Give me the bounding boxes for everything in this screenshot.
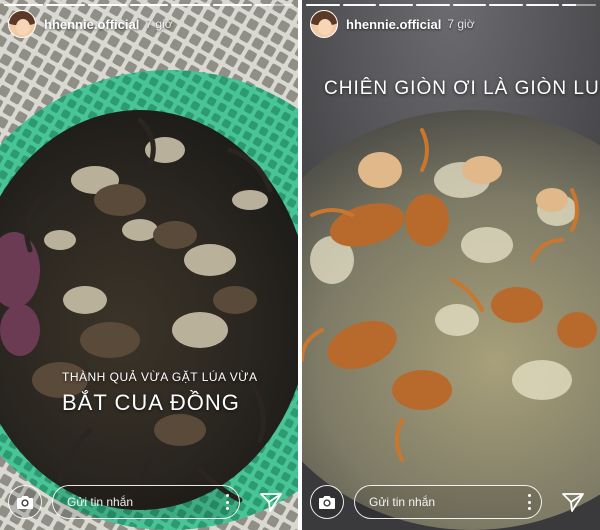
- progress-segment: [342, 4, 377, 6]
- avatar[interactable]: [310, 10, 338, 38]
- progress-segment: [562, 4, 596, 6]
- camera-button[interactable]: [8, 485, 42, 519]
- progress-segment: [306, 4, 340, 6]
- camera-button[interactable]: [310, 485, 344, 519]
- progress-segment: [452, 4, 487, 6]
- camera-icon: [319, 496, 335, 509]
- story-photo-crabs-in-basket: [0, 0, 298, 530]
- reply-input[interactable]: [354, 485, 542, 519]
- story-header: hhennie.official 7 giờ: [8, 10, 290, 38]
- reply-bar: [302, 482, 600, 522]
- reply-input-wrapper: [344, 485, 542, 519]
- send-button[interactable]: [560, 489, 586, 515]
- progress-segment: [4, 4, 43, 6]
- reply-bar: [0, 482, 298, 522]
- post-time: 7 giờ: [145, 17, 173, 31]
- story-progress-bar: [306, 4, 596, 6]
- story-caption-small: THÀNH QUẢ VỪA GẶT LÚA VỪA: [62, 370, 258, 384]
- progress-segment: [45, 4, 85, 6]
- avatar[interactable]: [8, 10, 36, 38]
- reply-input-wrapper: [42, 485, 240, 519]
- progress-segment: [415, 4, 450, 6]
- send-button[interactable]: [258, 489, 284, 515]
- progress-segment: [255, 4, 295, 6]
- progress-segment: [379, 4, 413, 6]
- progress-segment: [87, 4, 127, 6]
- progress-segment: [489, 4, 523, 6]
- story-panel-right[interactable]: hhennie.official 7 giờ CHIÊN GIÒN ƠI LÀ …: [302, 0, 600, 530]
- progress-segment: [171, 4, 211, 6]
- more-options-icon[interactable]: [224, 494, 230, 510]
- username[interactable]: hhennie.official: [44, 17, 139, 32]
- story-caption-large: BẮT CUA ĐỒNG: [62, 390, 240, 415]
- send-direct-icon: [260, 493, 282, 512]
- send-direct-icon: [562, 493, 584, 512]
- story-panel-left[interactable]: hhennie.official 7 giờ THÀNH QUẢ VỪA GẶT…: [0, 0, 298, 530]
- progress-segment: [525, 4, 560, 6]
- story-progress-bar: [4, 4, 295, 6]
- more-options-icon[interactable]: [526, 494, 532, 510]
- camera-icon: [17, 496, 33, 509]
- post-time: 7 giờ: [447, 17, 475, 31]
- progress-segment: [213, 4, 253, 6]
- story-header: hhennie.official 7 giờ: [310, 10, 592, 38]
- reply-input[interactable]: [52, 485, 240, 519]
- username[interactable]: hhennie.official: [346, 17, 441, 32]
- progress-segment: [129, 4, 169, 6]
- story-caption-large: CHIÊN GIÒN ƠI LÀ GIÒN LUÔN: [324, 78, 600, 99]
